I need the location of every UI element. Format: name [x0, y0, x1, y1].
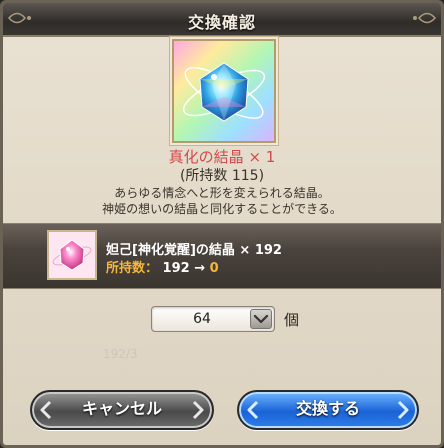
item-description-line1: あらゆる情念へと形を変えられる結晶。	[114, 186, 330, 200]
background-count: 192/3	[103, 347, 138, 361]
cancel-button[interactable]: キャンセル	[30, 390, 214, 430]
cost-owned-label: 所持数：	[106, 261, 159, 276]
item-name: 真化の結晶 × 1	[168, 148, 276, 166]
chevron-right-icon	[397, 400, 409, 420]
quantity-unit: 個	[284, 311, 300, 329]
chevron-right-icon	[192, 400, 204, 420]
exchange-button[interactable]: 交換する	[237, 390, 419, 430]
quantity-value: 64	[193, 311, 211, 327]
pink-crystal-icon	[47, 230, 97, 280]
cost-owned-before: 192	[162, 261, 190, 276]
cancel-button-label: キャンセル	[81, 399, 162, 418]
exchange-confirm-dialog: 交換確認 真化の結晶 × 1 (所持数 115) あらゆる情念へと形を変えられる…	[0, 0, 444, 448]
chevron-left-icon	[40, 400, 52, 420]
cost-owned: 所持数： 192 → 0	[106, 257, 219, 276]
ornament-icon	[413, 12, 437, 24]
exchange-button-label: 交換する	[295, 399, 360, 418]
item-description-line2: 神姫の想いの結晶と同化することができる。	[102, 202, 342, 216]
cost-item-name: 妲己[神化覚醒]の結晶 × 192	[106, 243, 282, 258]
chevron-left-icon	[247, 400, 259, 420]
cost-owned-arrow: →	[194, 261, 206, 276]
chevron-down-icon[interactable]	[250, 309, 272, 329]
quantity-select[interactable]: 64	[151, 306, 275, 332]
cost-owned-after: 0	[209, 261, 219, 276]
dialog-title: 交換確認	[187, 13, 256, 32]
title-bar: 交換確認	[3, 3, 441, 37]
rainbow-crystal-icon	[172, 39, 276, 143]
item-owned-count: (所持数 115)	[179, 168, 265, 184]
